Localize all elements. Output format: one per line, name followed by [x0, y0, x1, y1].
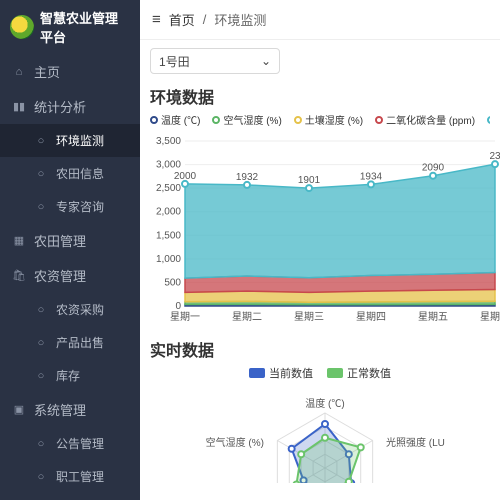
- logo-row: 智慧农业管理平台: [0, 0, 140, 54]
- legend-label: 土壤湿度 (%): [305, 112, 363, 127]
- svg-text:3,500: 3,500: [156, 136, 181, 147]
- svg-text:1,000: 1,000: [156, 254, 181, 265]
- svg-text:2,500: 2,500: [156, 183, 181, 194]
- sidebar-item-0[interactable]: ⌂ 主页: [0, 54, 140, 89]
- svg-text:0: 0: [175, 301, 181, 312]
- legend-label: 二氧化碳含量 (ppm): [386, 112, 475, 127]
- sidebar-item-11[interactable]: ○ 公告管理: [0, 427, 140, 460]
- circle-icon: ○: [34, 471, 48, 483]
- legend-item[interactable]: 空气湿度 (%): [212, 112, 281, 127]
- legend-item[interactable]: 当前数值: [249, 365, 313, 381]
- realtime-title: 实时数据: [140, 335, 500, 365]
- sidebar-item-label: 农资采购: [56, 301, 104, 318]
- sidebar-item-label: 主页: [34, 62, 60, 81]
- area-chart: 温度 (℃) 空气湿度 (%) 土壤湿度 (%) 二氧化碳含量 (ppm) 土壤环 0 5…: [140, 112, 500, 335]
- sidebar-item-label: 农田信息: [56, 165, 104, 182]
- breadcrumb-home[interactable]: 首页: [169, 10, 195, 29]
- legend-dot-icon: [150, 116, 158, 124]
- circle-icon: ○: [34, 337, 48, 349]
- breadcrumb-current: 环境监测: [214, 10, 266, 29]
- legend-item[interactable]: 二氧化碳含量 (ppm): [375, 112, 475, 127]
- legend-item[interactable]: 温度 (℃): [150, 112, 200, 127]
- sidebar: 智慧农业管理平台 ⌂ 主页 ▮▮ 统计分析 ○ 环境监测 ○ 农田信息 ○ 专家咨询 ▦ 农田管理 🛍 农…: [0, 0, 140, 500]
- sidebar-item-8[interactable]: ○ 产品出售: [0, 326, 140, 359]
- legend-label: 正常数值: [347, 365, 391, 381]
- area-chart-svg: 05001,0001,5002,0002,5003,0003,500200019…: [150, 131, 500, 326]
- sidebar-item-label: 农田管理: [34, 231, 86, 250]
- nav: ⌂主页▮▮统计分析○环境监测○农田信息○专家咨询▦农田管理🛍农资管理○农资采购○…: [0, 54, 140, 493]
- circle-icon: ○: [34, 168, 48, 180]
- sidebar-item-5[interactable]: ▦ 农田管理: [0, 223, 140, 258]
- topbar: ≡ 首页 / 环境监测: [140, 0, 500, 40]
- area-chart-legend: 温度 (℃) 空气湿度 (%) 土壤湿度 (%) 二氧化碳含量 (ppm) 土壤环: [150, 112, 490, 127]
- app-logo-icon: [10, 15, 34, 39]
- home-icon: ⌂: [12, 66, 26, 78]
- legend-label: 当前数值: [269, 365, 313, 381]
- svg-text:500: 500: [164, 277, 181, 288]
- svg-text:星期一: 星期一: [170, 311, 200, 323]
- legend-box-icon: [249, 368, 265, 378]
- app-title: 智慧农业管理平台: [40, 8, 130, 46]
- svg-text:空气湿度 (%): 空气湿度 (%): [206, 436, 264, 449]
- svg-text:1,500: 1,500: [156, 230, 181, 241]
- grid-icon: ▦: [12, 234, 26, 247]
- circle-icon: ○: [34, 135, 48, 147]
- main: ≡ 首页 / 环境监测 1号田 ⌄ 环境数据 温度 (℃) 空气湿度 (%) 土壤湿…: [140, 0, 500, 500]
- sidebar-item-7[interactable]: ○ 农资采购: [0, 293, 140, 326]
- chevron-down-icon: ⌄: [261, 54, 271, 68]
- circle-icon: ○: [34, 304, 48, 316]
- sidebar-item-label: 公告管理: [56, 435, 104, 452]
- breadcrumb-sep: /: [203, 12, 207, 27]
- svg-text:星期五: 星期五: [418, 311, 448, 323]
- sidebar-item-2[interactable]: ○ 环境监测: [0, 124, 140, 157]
- svg-text:星期六: 星期六: [480, 311, 500, 323]
- bag-icon: 🛍: [12, 269, 26, 282]
- legend-label: 温度 (℃): [161, 112, 200, 127]
- field-select-row: 1号田 ⌄: [140, 40, 500, 82]
- sidebar-item-1[interactable]: ▮▮ 统计分析: [0, 89, 140, 124]
- legend-item[interactable]: 正常数值: [327, 365, 391, 381]
- legend-dot-icon: [487, 116, 490, 124]
- svg-text:星期四: 星期四: [356, 311, 386, 323]
- sidebar-item-label: 职工管理: [56, 468, 104, 485]
- radar-chart: 当前数值 正常数值 温度 (℃) 光照强度 (LU 空气湿度 (%): [140, 365, 500, 492]
- legend-item[interactable]: 土壤湿度 (%): [294, 112, 363, 127]
- menu-toggle-icon[interactable]: ≡: [152, 11, 161, 28]
- sidebar-item-label: 产品出售: [56, 334, 104, 351]
- sidebar-item-label: 库存: [56, 367, 80, 384]
- sidebar-item-10[interactable]: ▣ 系统管理: [0, 392, 140, 427]
- svg-text:3,000: 3,000: [156, 160, 181, 171]
- sidebar-item-label: 专家咨询: [56, 198, 104, 215]
- circle-icon: ○: [34, 438, 48, 450]
- sidebar-item-12[interactable]: ○ 职工管理: [0, 460, 140, 493]
- sidebar-item-6[interactable]: 🛍 农资管理: [0, 258, 140, 293]
- sidebar-item-label: 系统管理: [34, 400, 86, 419]
- legend-dot-icon: [212, 116, 220, 124]
- legend-dot-icon: [294, 116, 302, 124]
- circle-icon: ○: [34, 370, 48, 382]
- legend-dot-icon: [375, 116, 383, 124]
- sidebar-item-label: 农资管理: [34, 266, 86, 285]
- legend-item[interactable]: 土壤环: [487, 112, 490, 127]
- field-select-value: 1号田: [159, 53, 190, 70]
- radar-chart-svg: 温度 (℃) 光照强度 (LU 空气湿度 (%): [150, 383, 500, 483]
- bars-icon: ▮▮: [12, 100, 26, 113]
- sidebar-item-3[interactable]: ○ 农田信息: [0, 157, 140, 190]
- svg-text:2,000: 2,000: [156, 207, 181, 218]
- svg-text:星期二: 星期二: [232, 311, 262, 323]
- sidebar-item-label: 环境监测: [56, 132, 104, 149]
- field-select[interactable]: 1号田 ⌄: [150, 48, 280, 74]
- svg-text:温度 (℃): 温度 (℃): [305, 397, 344, 410]
- svg-text:星期三: 星期三: [294, 311, 324, 323]
- radar-chart-legend: 当前数值 正常数值: [150, 365, 490, 381]
- legend-box-icon: [327, 368, 343, 378]
- sidebar-item-4[interactable]: ○ 专家咨询: [0, 190, 140, 223]
- sidebar-item-9[interactable]: ○ 库存: [0, 359, 140, 392]
- circle-icon: ○: [34, 201, 48, 213]
- env-data-title: 环境数据: [140, 82, 500, 112]
- sidebar-item-label: 统计分析: [34, 97, 86, 116]
- grid2-icon: ▣: [12, 403, 26, 416]
- legend-label: 空气湿度 (%): [223, 112, 281, 127]
- svg-text:光照强度 (LU: 光照强度 (LU: [386, 436, 445, 449]
